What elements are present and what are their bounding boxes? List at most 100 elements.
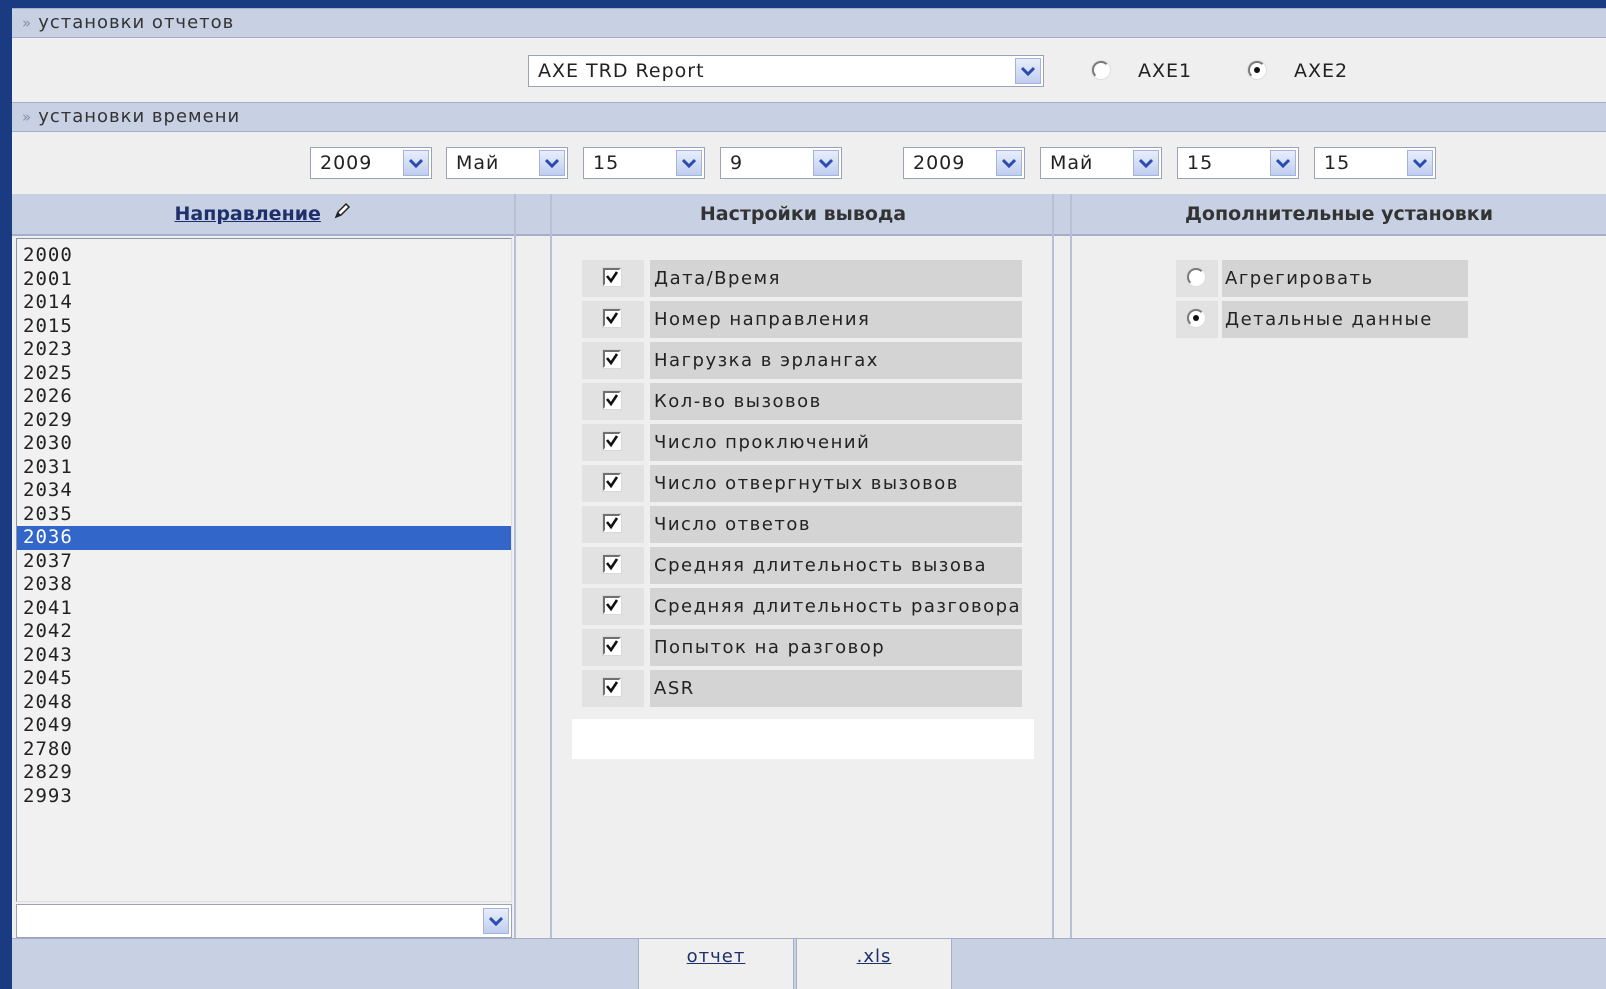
direction-listbox[interactable]: 2000 2001 2014 2015 2023 2025 2026 2029 2030 2031… <box>16 238 512 902</box>
direction-list-item[interactable]: 2037 <box>17 550 511 574</box>
output-option-label: Число ответов <box>650 506 1022 543</box>
direction-list-item[interactable]: 2829 <box>17 761 511 785</box>
chevron-down-icon[interactable] <box>1133 150 1159 176</box>
pencil-icon[interactable] <box>332 195 352 235</box>
report-link[interactable]: отчет <box>687 946 746 967</box>
end-month-value: Май <box>1050 152 1094 174</box>
output-option-checkbox[interactable] <box>603 596 621 614</box>
direction-list-item[interactable]: 2031 <box>17 456 511 480</box>
report-settings-title: установки отчетов <box>38 12 235 33</box>
direction-header-link[interactable]: Направление <box>174 203 320 225</box>
time-settings-header: » установки времени <box>12 102 1606 132</box>
output-option-checkbox[interactable] <box>603 514 621 532</box>
report-tab[interactable]: отчет <box>638 939 794 989</box>
additional-settings-header: Дополнительные установки <box>1072 194 1606 236</box>
start-year-select[interactable]: 2009 <box>310 147 432 179</box>
checkbox-cell <box>582 342 644 379</box>
chevron-down-icon[interactable] <box>676 150 702 176</box>
output-option-label: Число проключений <box>650 424 1022 461</box>
output-option-label: Нагрузка в эрлангах <box>650 342 1022 379</box>
chevron-down-icon[interactable] <box>403 150 429 176</box>
additional-option-radio[interactable] <box>1187 268 1205 286</box>
output-option-label: Средняя длительность разговора <box>650 588 1022 625</box>
output-option-checkbox[interactable] <box>603 268 621 286</box>
output-option-label: Число отвергнутых вызовов <box>650 465 1022 502</box>
chevron-down-icon[interactable] <box>539 150 565 176</box>
direction-list-item[interactable]: 2043 <box>17 644 511 668</box>
start-hour-select[interactable]: 9 <box>720 147 842 179</box>
start-hour-value: 9 <box>730 152 744 174</box>
checkbox-cell <box>582 301 644 338</box>
end-year-value: 2009 <box>913 152 966 174</box>
xls-link[interactable]: .xls <box>857 946 892 967</box>
footer-bar: отчет .xls <box>12 938 1606 989</box>
checkbox-cell <box>582 260 644 297</box>
end-month-select[interactable]: Май <box>1040 147 1162 179</box>
time-settings-title: установки времени <box>38 106 241 127</box>
output-option-label: ASR <box>650 670 1022 707</box>
start-day-select[interactable]: 15 <box>583 147 705 179</box>
direction-list-item[interactable]: 2036 <box>17 526 511 550</box>
checkbox-cell <box>582 588 644 625</box>
checkbox-cell <box>582 629 644 666</box>
direction-list-item[interactable]: 2026 <box>17 385 511 409</box>
end-day-select[interactable]: 15 <box>1177 147 1299 179</box>
chevron-down-icon[interactable] <box>996 150 1022 176</box>
end-hour-select[interactable]: 15 <box>1314 147 1436 179</box>
output-option-checkbox[interactable] <box>603 473 621 491</box>
direction-list-item[interactable]: 2001 <box>17 268 511 292</box>
output-option-checkbox[interactable] <box>603 432 621 450</box>
direction-list-item[interactable]: 2038 <box>17 573 511 597</box>
chevron-down-icon[interactable] <box>1270 150 1296 176</box>
direction-list-item[interactable]: 2993 <box>17 785 511 809</box>
additional-option-radio[interactable] <box>1187 309 1205 327</box>
chevron-down-icon[interactable] <box>1015 58 1041 84</box>
direction-list-item[interactable]: 2041 <box>17 597 511 621</box>
output-option-checkbox[interactable] <box>603 637 621 655</box>
output-option-label: Кол-во вызовов <box>650 383 1022 420</box>
direction-list-item[interactable]: 2030 <box>17 432 511 456</box>
direction-list-item[interactable]: 2034 <box>17 479 511 503</box>
direction-list-item[interactable]: 2014 <box>17 291 511 315</box>
direction-list-item[interactable]: 2049 <box>17 714 511 738</box>
report-settings-panel: » установки отчетов AXE TRD Report AXE1 A… <box>12 8 1606 989</box>
direction-list-item[interactable]: 2025 <box>17 362 511 386</box>
output-option-checkbox[interactable] <box>603 555 621 573</box>
chevron-double-right-icon: » <box>22 14 33 32</box>
report-settings-header: » установки отчетов <box>12 8 1606 38</box>
direction-list-item[interactable]: 2042 <box>17 620 511 644</box>
radio-cell <box>1176 260 1218 297</box>
output-option-checkbox[interactable] <box>603 350 621 368</box>
checkbox-cell <box>582 465 644 502</box>
direction-list-item[interactable]: 2015 <box>17 315 511 339</box>
radio-cell <box>1176 301 1218 338</box>
direction-list-item[interactable]: 2000 <box>17 244 511 268</box>
output-option-checkbox[interactable] <box>603 391 621 409</box>
direction-list-item[interactable]: 2780 <box>17 738 511 762</box>
xls-tab[interactable]: .xls <box>796 939 952 989</box>
end-year-select[interactable]: 2009 <box>903 147 1025 179</box>
chevron-down-icon[interactable] <box>813 150 839 176</box>
report-type-select[interactable]: AXE TRD Report <box>528 55 1044 87</box>
chevron-down-icon[interactable] <box>483 908 509 934</box>
axe2-radio[interactable] <box>1248 61 1266 79</box>
direction-column-header: Направление <box>12 194 514 236</box>
end-day-value: 15 <box>1187 152 1214 174</box>
checkbox-cell <box>582 506 644 543</box>
direction-filter-select[interactable] <box>16 904 512 938</box>
chevron-down-icon[interactable] <box>1407 150 1433 176</box>
header-gap <box>514 194 552 236</box>
direction-list-item[interactable]: 2023 <box>17 338 511 362</box>
checkbox-cell <box>582 547 644 584</box>
column-divider <box>1052 194 1054 989</box>
direction-list-item[interactable]: 2035 <box>17 503 511 527</box>
axe1-radio[interactable] <box>1092 61 1110 79</box>
start-month-select[interactable]: Май <box>446 147 568 179</box>
start-day-value: 15 <box>593 152 620 174</box>
direction-list-item[interactable]: 2029 <box>17 409 511 433</box>
direction-list-item[interactable]: 2048 <box>17 691 511 715</box>
output-option-checkbox[interactable] <box>603 309 621 327</box>
additional-option-label: Детальные данные <box>1222 301 1468 338</box>
direction-list-item[interactable]: 2045 <box>17 667 511 691</box>
output-option-checkbox[interactable] <box>603 678 621 696</box>
